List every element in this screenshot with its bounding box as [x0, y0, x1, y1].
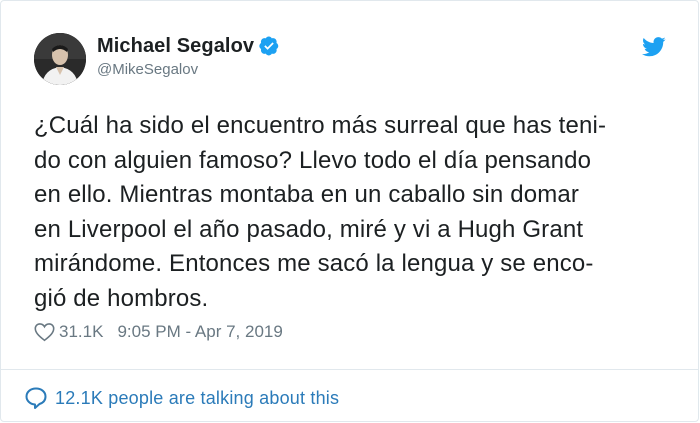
heart-icon[interactable] [34, 322, 55, 342]
tweet-line: mirándome. Entonces me sacó la lengua y … [34, 250, 594, 277]
avatar[interactable] [34, 33, 86, 85]
tweet-line: gió de hombros. [34, 284, 209, 312]
tweet-line: do con alguien famoso? Llevo todo el día… [34, 146, 592, 174]
twitter-bird-icon[interactable] [642, 37, 666, 57]
talking-label[interactable]: 12.1K people are talking about this [55, 388, 339, 409]
tweet-line: en Liverpool el año pasado, miré y vi a … [34, 215, 584, 243]
display-name[interactable]: Michael Segalov [97, 35, 254, 58]
tweet-header: Michael Segalov @MikeSegalov [34, 33, 279, 85]
tweet-meta: 31.1K 9:05 PM - Apr 7, 2019 [34, 322, 283, 342]
user-info: Michael Segalov @MikeSegalov [97, 35, 279, 78]
tweet-card: Michael Segalov @MikeSegalov ¿Cuál ha si… [0, 0, 699, 422]
verified-badge-icon [259, 36, 279, 56]
divider [1, 369, 698, 370]
conversation-link[interactable]: 12.1K people are talking about this [24, 386, 339, 410]
name-row: Michael Segalov [97, 35, 279, 58]
user-handle[interactable]: @MikeSegalov [97, 61, 279, 78]
tweet-line: ¿Cuál ha sido el encuentro más surreal q… [34, 112, 607, 139]
speech-bubble-icon [25, 387, 47, 409]
tweet-line: en ello. Mientras montaba en un caballo … [34, 181, 579, 208]
tweet-timestamp[interactable]: 9:05 PM - Apr 7, 2019 [117, 322, 282, 342]
tweet-text: ¿Cuál ha sido el encuentro más surreal q… [34, 109, 674, 316]
like-count[interactable]: 31.1K [59, 322, 103, 342]
avatar-photo [34, 33, 86, 85]
